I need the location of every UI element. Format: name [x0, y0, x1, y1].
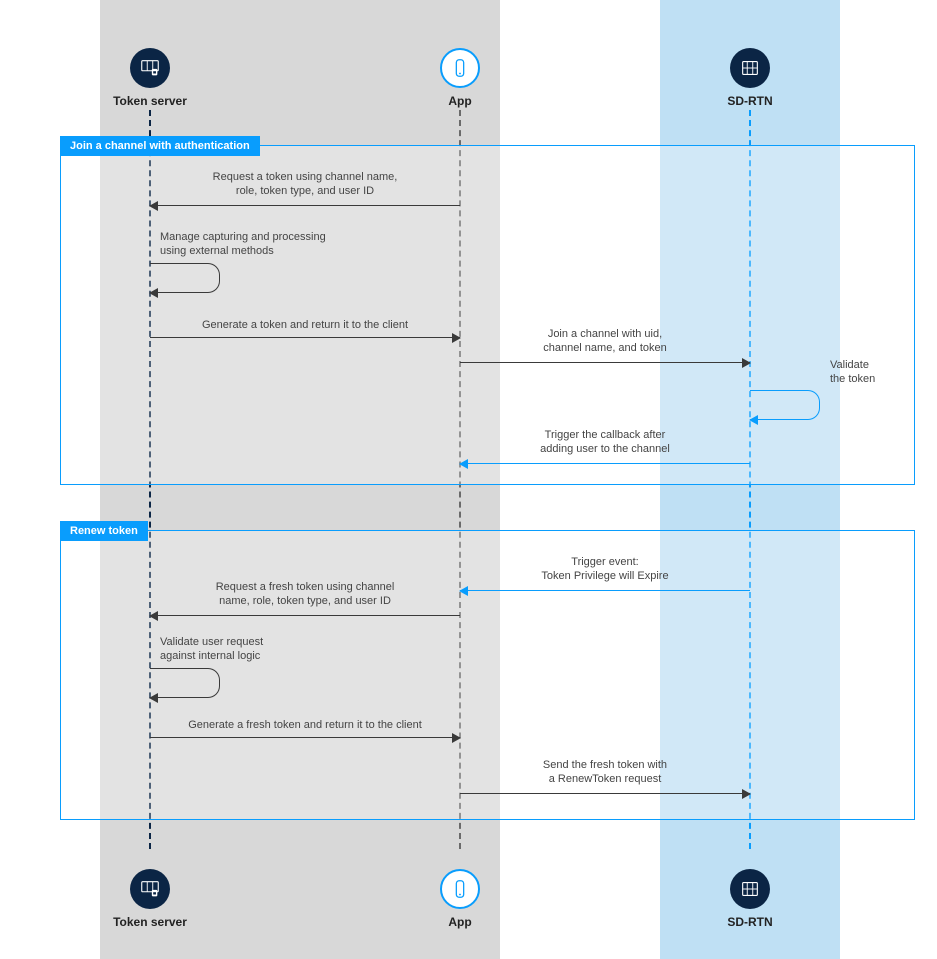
- actor-label: App: [400, 94, 520, 108]
- msg-trigger-callback: [460, 463, 750, 464]
- msg-request-fresh: [150, 615, 460, 616]
- msg-send-fresh-label: Send the fresh token with a RenewToken r…: [460, 758, 750, 787]
- msg-trigger-event: [460, 590, 750, 591]
- msg-manage-capturing-label: Manage capturing and processing using ex…: [160, 230, 326, 259]
- msg-generate-token: [150, 337, 460, 338]
- server-icon: [130, 48, 170, 88]
- actor-label: Token server: [90, 915, 210, 929]
- msg-validate-user: [150, 668, 220, 698]
- actor-sdrtn-top: SD-RTN: [690, 48, 810, 108]
- msg-join-channel: [460, 362, 750, 363]
- msg-join-channel-label: Join a channel with uid, channel name, a…: [460, 327, 750, 356]
- actor-app-top: App: [400, 48, 520, 108]
- msg-manage-capturing: [150, 263, 220, 293]
- actor-sdrtn-bottom: SD-RTN: [690, 869, 810, 929]
- msg-request-token-label: Request a token using channel name, role…: [150, 170, 460, 199]
- app-icon: [440, 48, 480, 88]
- group-join-title: Join a channel with authentication: [60, 136, 260, 156]
- msg-trigger-callback-label: Trigger the callback after adding user t…: [460, 428, 750, 457]
- network-icon: [730, 869, 770, 909]
- actor-label: SD-RTN: [690, 94, 810, 108]
- actor-label: App: [400, 915, 520, 929]
- app-icon: [440, 869, 480, 909]
- group-renew-title: Renew token: [60, 521, 148, 541]
- msg-validate-token-label: Validate the token: [830, 358, 875, 387]
- network-icon: [730, 48, 770, 88]
- server-icon: [130, 869, 170, 909]
- actor-app-bottom: App: [400, 869, 520, 929]
- actor-token-server-top: Token server: [90, 48, 210, 108]
- msg-generate-fresh-label: Generate a fresh token and return it to …: [150, 718, 460, 732]
- msg-generate-token-label: Generate a token and return it to the cl…: [150, 318, 460, 332]
- msg-send-fresh: [460, 793, 750, 794]
- msg-request-token: [150, 205, 460, 206]
- actor-label: Token server: [90, 94, 210, 108]
- msg-validate-token: [750, 390, 820, 420]
- actor-token-server-bottom: Token server: [90, 869, 210, 929]
- actor-label: SD-RTN: [690, 915, 810, 929]
- msg-validate-user-label: Validate user request against internal l…: [160, 635, 263, 664]
- sequence-diagram: Join a channel with authentication Renew…: [0, 0, 937, 959]
- msg-trigger-event-label: Trigger event: Token Privilege will Expi…: [460, 555, 750, 584]
- msg-request-fresh-label: Request a fresh token using channel name…: [150, 580, 460, 609]
- msg-generate-fresh: [150, 737, 460, 738]
